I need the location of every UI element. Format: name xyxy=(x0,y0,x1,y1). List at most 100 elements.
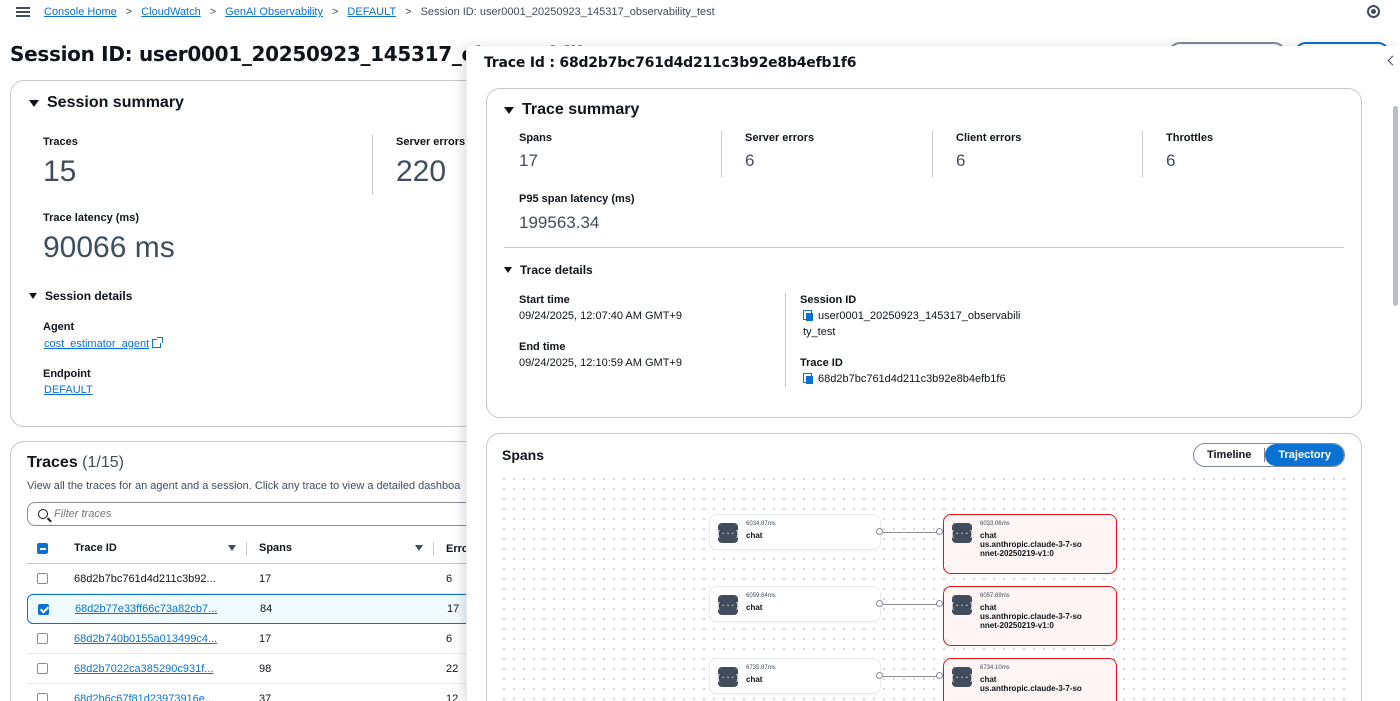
end-time-value: 09/24/2025, 12:10:59 AM GMT+9 xyxy=(519,357,682,369)
trace-id-link[interactable]: 68d2b7022ca385290c931f... xyxy=(74,663,259,675)
agent-link[interactable]: cost_estimator_agent xyxy=(44,338,149,350)
row-checkbox[interactable] xyxy=(37,633,48,644)
span-name-line: chat xyxy=(980,531,997,540)
code-braces-icon: {···} xyxy=(716,667,740,687)
trajectory-canvas[interactable]: {···} 6034.87ms chat {···} 6033.06ms cha… xyxy=(499,474,1349,701)
client-errors-value: 6 xyxy=(956,151,966,170)
server-errors-value: 6 xyxy=(745,151,755,170)
row-checkbox[interactable] xyxy=(37,663,48,674)
spans-cell: 98 xyxy=(259,662,272,675)
row-checkbox[interactable] xyxy=(37,573,48,584)
code-braces-icon: {···} xyxy=(950,595,974,615)
span-duration: 6034.87ms xyxy=(746,521,776,527)
select-all-checkbox[interactable] xyxy=(37,543,48,554)
caret-down-icon xyxy=(29,293,37,299)
metric-divider xyxy=(372,135,373,195)
filter-traces-field[interactable] xyxy=(27,502,487,526)
span-node[interactable]: {···} 6034.87ms chat xyxy=(709,514,881,550)
column-header-trace-id[interactable]: Trace ID xyxy=(74,541,259,556)
settings-icon[interactable] xyxy=(1367,5,1380,18)
sort-icon[interactable] xyxy=(415,545,423,552)
column-divider[interactable] xyxy=(246,541,247,556)
errors-cell: 6 xyxy=(446,632,453,645)
span-node[interactable]: {···} 6059.64ms chat xyxy=(709,586,881,622)
trace-latency-value: 90066 ms xyxy=(43,231,175,264)
span-name-line: nnet-20250219-v1:0 xyxy=(980,621,1054,630)
column-divider[interactable] xyxy=(433,541,434,556)
span-node-error[interactable]: {···} 6033.06ms chat us.anthropic.claude-… xyxy=(943,514,1117,574)
endpoint-link[interactable]: DEFAULT xyxy=(44,384,93,396)
endpoint-label: Endpoint xyxy=(43,368,91,380)
column-header-label: Spans xyxy=(259,541,293,554)
table-row[interactable]: 68d2b7bc761d4d211c3b92... 17 6 xyxy=(27,564,487,594)
span-node-error[interactable]: {···} 6734.10ms chat us.anthropic.claude-… xyxy=(943,658,1117,701)
end-time-label: End time xyxy=(519,341,566,353)
connector-end-dot xyxy=(936,528,943,535)
column-header-spans[interactable]: Spans xyxy=(259,541,446,556)
external-link-icon[interactable] xyxy=(152,337,164,348)
span-node[interactable]: {···} 6735.87ms chat xyxy=(709,658,881,694)
trace-id-link[interactable]: 68d2b77e33ff66c73a82cb7... xyxy=(75,603,260,615)
timeline-tab[interactable]: Timeline xyxy=(1194,444,1264,466)
errors-cell: 17 xyxy=(447,603,460,615)
errors-cell: 12 xyxy=(446,692,459,701)
connector-start-dot xyxy=(876,600,883,607)
chevron-left-icon[interactable] xyxy=(1387,55,1398,66)
traces-title: Traces xyxy=(27,454,78,471)
table-row[interactable]: 68d2b740b0155a013499c4... 17 6 xyxy=(27,624,487,654)
session-summary-card: Session summary Traces 15 Server errors … xyxy=(10,80,480,427)
row-checkbox[interactable] xyxy=(38,603,49,615)
trace-summary-card: Trace summary Spans 17 Server errors 6 C… xyxy=(486,88,1362,418)
view-toggle: Timeline Trajectory xyxy=(1192,443,1345,467)
span-node-error[interactable]: {···} 6057.89ms chat us.anthropic.claude-… xyxy=(943,586,1117,646)
filter-traces-input[interactable] xyxy=(54,508,354,520)
code-braces-icon: {···} xyxy=(950,523,974,543)
session-summary-title: Session summary xyxy=(47,94,184,111)
breadcrumb-cloudwatch[interactable]: CloudWatch xyxy=(141,6,201,18)
metric-divider xyxy=(721,131,722,177)
trajectory-tab[interactable]: Trajectory xyxy=(1265,444,1344,466)
table-row[interactable]: 68d2b77e33ff66c73a82cb7... 84 17 xyxy=(27,594,487,624)
throttles-value: 6 xyxy=(1166,151,1176,170)
breadcrumb-console-home[interactable]: Console Home xyxy=(44,6,117,18)
connector-end-dot xyxy=(936,600,943,607)
session-details-header[interactable]: Session details xyxy=(29,289,132,303)
errors-cell: 6 xyxy=(446,572,453,585)
table-header-row: Trace ID Spans Erro xyxy=(27,534,487,564)
sort-icon[interactable] xyxy=(228,545,236,552)
copy-icon[interactable] xyxy=(803,310,813,321)
hamburger-menu-icon[interactable] xyxy=(16,7,30,17)
table-row[interactable]: 68d2b7022ca385290c931f... 98 22 xyxy=(27,654,487,684)
span-connector xyxy=(883,676,939,677)
top-navigation-bar: Console Home > CloudWatch > GenAI Observ… xyxy=(0,0,1400,24)
trace-details-title: Trace details xyxy=(520,263,593,277)
server-errors-value: 220 xyxy=(396,155,447,188)
code-braces-icon: {···} xyxy=(950,667,974,687)
breadcrumb-default[interactable]: DEFAULT xyxy=(347,6,396,18)
span-name-line: us.anthropic.claude-3-7-so xyxy=(980,612,1082,621)
breadcrumb-genai-observability[interactable]: GenAI Observability xyxy=(225,6,323,18)
traces-title-wrapper: Traces (1/15) xyxy=(27,454,124,472)
trace-id-link[interactable]: 68d2b6c67f81d23973916e... xyxy=(74,693,259,701)
trace-id-link[interactable]: 68d2b740b0155a013499c4... xyxy=(74,633,259,645)
traces-value: 15 xyxy=(43,155,77,188)
traces-table: Trace ID Spans Erro 68d2b7bc761d4d211c3b… xyxy=(27,534,487,701)
session-id-label: Session ID xyxy=(800,294,857,306)
span-name: chat us.anthropic.claude-3-7-so nnet-20250… xyxy=(980,603,1082,630)
trace-details-header[interactable]: Trace details xyxy=(504,263,593,277)
session-summary-header[interactable]: Session summary xyxy=(29,94,184,112)
metric-divider xyxy=(932,131,933,177)
errors-cell: 22 xyxy=(446,662,459,675)
copy-icon[interactable] xyxy=(803,373,813,384)
panel-scrollbar[interactable] xyxy=(1393,106,1398,306)
table-row[interactable]: 68d2b6c67f81d23973916e... 37 12 xyxy=(27,684,487,701)
connector-start-dot xyxy=(876,528,883,535)
breadcrumb-separator-icon: > xyxy=(405,6,412,18)
breadcrumb-current: Session ID: user0001_20250923_145317_obs… xyxy=(420,6,715,18)
trace-summary-header[interactable]: Trace summary xyxy=(504,101,639,119)
row-checkbox[interactable] xyxy=(37,693,48,701)
span-duration: 6033.06ms xyxy=(980,521,1010,527)
span-name-line: us.anthropic.claude-3-7-so xyxy=(980,540,1082,549)
traces-description: View all the traces for an agent and a s… xyxy=(27,480,461,492)
trace-id-label: Trace ID xyxy=(800,357,843,369)
